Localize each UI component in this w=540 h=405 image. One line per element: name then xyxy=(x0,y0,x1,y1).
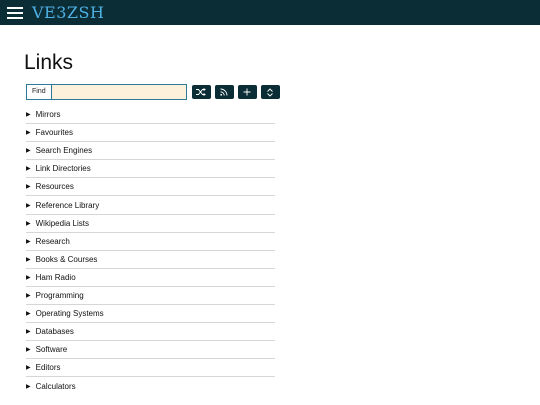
section-resources[interactable]: ▶ Resources xyxy=(26,178,275,197)
section-label: Programming xyxy=(35,290,84,300)
disclosure-triangle-icon: ▶ xyxy=(26,311,31,318)
section-calculators[interactable]: ▶ Calculators xyxy=(26,377,275,395)
section-reference-library[interactable]: ▶ Reference Library xyxy=(26,196,275,215)
disclosure-triangle-icon: ▶ xyxy=(26,274,31,281)
section-mirrors[interactable]: ▶ Mirrors xyxy=(26,106,275,125)
disclosure-triangle-icon: ▶ xyxy=(26,329,31,336)
section-label: Software xyxy=(35,345,68,355)
section-research[interactable]: ▶ Research xyxy=(26,233,275,251)
find-input[interactable] xyxy=(51,85,186,99)
disclosure-triangle-icon: ▶ xyxy=(26,292,31,299)
disclosure-triangle-icon: ▶ xyxy=(26,383,31,390)
section-label: Operating Systems xyxy=(35,309,104,319)
section-search-engines[interactable]: ▶ Search Engines xyxy=(26,142,275,161)
disclosure-triangle-icon: ▶ xyxy=(26,238,31,245)
disclosure-triangle-icon: ▶ xyxy=(26,148,31,155)
section-operating-systems[interactable]: ▶ Operating Systems xyxy=(26,305,275,324)
section-label: Resources xyxy=(35,182,74,192)
section-label: Calculators xyxy=(35,381,76,391)
disclosure-triangle-icon: ▶ xyxy=(26,220,31,227)
section-databases[interactable]: ▶ Databases xyxy=(26,323,275,342)
plus-icon xyxy=(243,88,251,96)
disclosure-triangle-icon: ▶ xyxy=(26,202,31,209)
section-label: Research xyxy=(35,236,70,246)
section-ham-radio[interactable]: ▶ Ham Radio xyxy=(26,269,275,287)
shuffle-button[interactable] xyxy=(191,85,211,99)
section-label: Wikipedia Lists xyxy=(35,218,89,228)
rss-feed-icon xyxy=(220,88,228,96)
find-field: Find xyxy=(26,84,187,100)
disclosure-triangle-icon: ▶ xyxy=(26,184,31,191)
section-label: Search Engines xyxy=(35,146,93,156)
section-label: Books & Courses xyxy=(35,254,98,264)
hamburger-menu-icon[interactable] xyxy=(7,6,23,19)
link-sections-list: ▶ Mirrors ▶ Favourites ▶ Search Engines ▶ Link … xyxy=(26,106,275,396)
find-label: Find xyxy=(27,85,52,99)
section-label: Ham Radio xyxy=(35,272,76,282)
add-button[interactable] xyxy=(237,85,257,99)
page-title: Links xyxy=(24,51,74,74)
disclosure-triangle-icon: ▶ xyxy=(26,347,31,354)
section-label: Databases xyxy=(35,327,74,337)
disclosure-triangle-icon: ▶ xyxy=(26,166,31,173)
expand-collapse-button[interactable] xyxy=(260,85,280,99)
section-wikipedia-lists[interactable]: ▶ Wikipedia Lists xyxy=(26,215,275,233)
section-label: Link Directories xyxy=(35,164,91,174)
disclosure-triangle-icon: ▶ xyxy=(26,130,31,137)
disclosure-triangle-icon: ▶ xyxy=(26,112,31,119)
section-label: Favourites xyxy=(35,128,73,138)
site-brand-link[interactable]: VE3ZSH xyxy=(32,3,104,22)
rss-feed-button[interactable] xyxy=(214,85,234,99)
section-programming[interactable]: ▶ Programming xyxy=(26,287,275,306)
disclosure-triangle-icon: ▶ xyxy=(26,256,31,263)
section-link-directories[interactable]: ▶ Link Directories xyxy=(26,160,275,179)
section-label: Reference Library xyxy=(35,200,100,210)
section-label: Mirrors xyxy=(35,110,61,120)
expand-collapse-icon xyxy=(267,87,273,97)
section-editors[interactable]: ▶ Editors xyxy=(26,359,275,378)
section-label: Editors xyxy=(35,363,61,373)
section-books-courses[interactable]: ▶ Books & Courses xyxy=(26,251,275,269)
shuffle-icon xyxy=(196,88,207,96)
top-navbar: VE3ZSH xyxy=(0,0,540,25)
disclosure-triangle-icon: ▶ xyxy=(26,365,31,372)
search-toolbar: Find xyxy=(26,84,280,100)
section-software[interactable]: ▶ Software xyxy=(26,341,275,360)
section-favourites[interactable]: ▶ Favourites xyxy=(26,124,275,143)
